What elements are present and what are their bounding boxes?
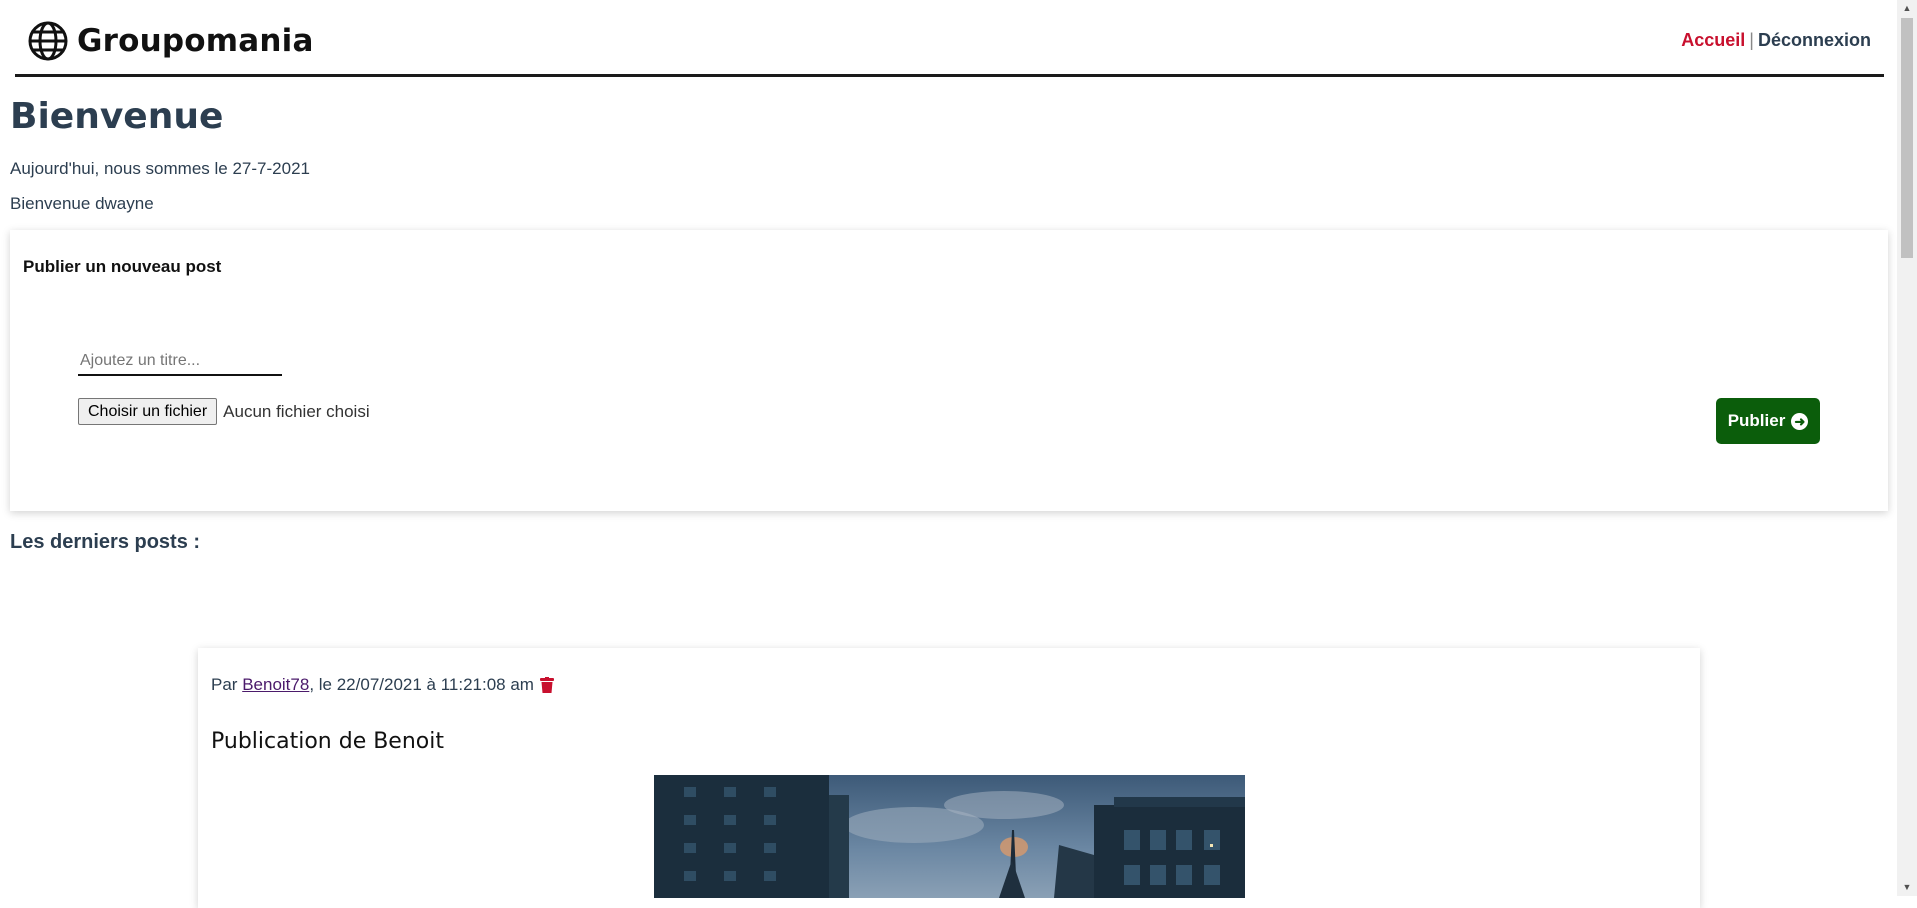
new-post-card: Publier un nouveau post Choisir un fichi…: [10, 230, 1888, 511]
new-post-heading: Publier un nouveau post: [23, 257, 222, 276]
city-buildings-photo: [654, 775, 1245, 898]
brand-name: Groupomania: [77, 23, 314, 59]
latest-posts-heading: Les derniers posts :: [10, 531, 201, 553]
file-status: Aucun fichier choisi: [223, 401, 370, 421]
post-title: Publication de Benoit: [211, 729, 444, 754]
date-text: Aujourd'hui, nous sommes le 27-7-2021: [10, 159, 310, 178]
logo[interactable]: Groupomania: [27, 20, 314, 62]
page: Groupomania Accueil | Déconnexion Bienvenu…: [0, 0, 1897, 908]
post-meta: Par Benoit78, le 22/07/2021 à 11:21:08 a…: [211, 675, 554, 695]
scroll-up-arrow-icon[interactable]: ▲: [1897, 0, 1917, 17]
nav-link-home[interactable]: Accueil: [1681, 30, 1745, 50]
publish-label: Publier: [1727, 411, 1786, 430]
post-card: Par Benoit78, le 22/07/2021 à 11:21:08 a…: [198, 648, 1700, 908]
top-nav: Accueil | Déconnexion: [1681, 30, 1871, 51]
post-author-link[interactable]: Benoit78: [242, 675, 309, 695]
page-title: Bienvenue: [10, 96, 224, 137]
nav-link-logout[interactable]: Déconnexion: [1758, 30, 1871, 50]
arrow-circle-right-icon: ➜: [1791, 412, 1809, 430]
post-date: , le 22/07/2021 à 11:21:08 am: [309, 675, 534, 694]
scroll-down-arrow-icon[interactable]: ▼: [1897, 879, 1917, 896]
nav-separator: |: [1749, 30, 1754, 50]
file-picker: Choisir un fichier Aucun fichier choisi: [78, 398, 370, 425]
welcome-text: Bienvenue dwayne: [10, 194, 154, 213]
globe-icon: [28, 21, 68, 61]
post-image: [654, 775, 1245, 898]
vertical-scrollbar[interactable]: ▲ ▼: [1897, 0, 1917, 896]
site-header: Groupomania Accueil | Déconnexion: [15, 0, 1884, 77]
post-title-input[interactable]: [78, 348, 282, 376]
publish-button[interactable]: Publier ➜: [1716, 398, 1820, 444]
trash-icon[interactable]: [539, 677, 554, 693]
post-meta-prefix: Par: [211, 675, 238, 694]
choose-file-button[interactable]: Choisir un fichier: [78, 398, 218, 425]
scrollbar-thumb[interactable]: [1901, 18, 1913, 258]
